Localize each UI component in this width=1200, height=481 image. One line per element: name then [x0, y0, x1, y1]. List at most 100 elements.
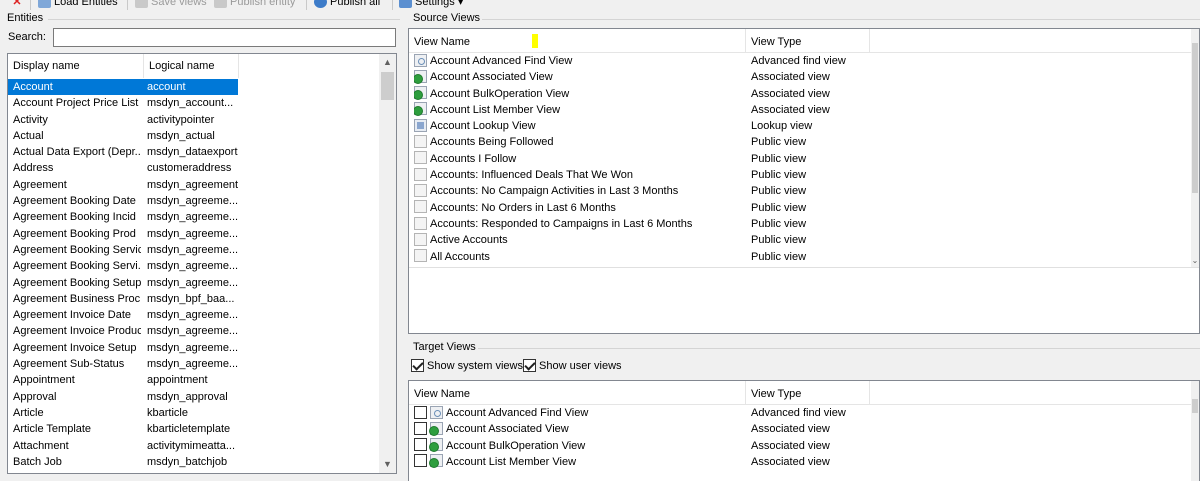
column-header-logical-name[interactable]: Logical name: [144, 54, 239, 78]
list-item[interactable]: Accounts: No Campaign Activities in Last…: [409, 183, 1199, 199]
column-header-view-type[interactable]: View Type: [746, 381, 870, 405]
entity-logical-name: msdyn_agreeme...: [147, 195, 239, 208]
list-item[interactable]: Accounts: Responded to Campaigns in Last…: [409, 216, 1199, 232]
table-row[interactable]: Approval msdyn_approval: [8, 389, 380, 405]
view-select-checkbox[interactable]: [414, 405, 427, 419]
scroll-up-icon[interactable]: ▲: [379, 54, 396, 71]
publish-all-button[interactable]: Publish all: [314, 0, 380, 10]
table-row[interactable]: Attachment activitymimeatta...: [8, 438, 380, 454]
table-row[interactable]: Agreement Booking Servi... msdyn_agreeme.…: [8, 258, 380, 274]
target-views-rows: Account Advanced Find View Advanced find …: [409, 405, 1199, 470]
view-type: Public view: [751, 201, 807, 214]
list-item[interactable]: Account List Member View Associated view: [409, 102, 1199, 118]
source-views-list[interactable]: View Name View Type Account Advanced Fin…: [408, 28, 1200, 334]
associated-view-icon: [429, 454, 443, 469]
scrollbar-thumb[interactable]: [1192, 399, 1198, 413]
table-row[interactable]: Agreement Booking Prod msdyn_agreeme...: [8, 226, 380, 242]
group-divider: [478, 348, 1200, 349]
entity-display-name: Agreement Sub-Status: [13, 358, 125, 371]
list-item[interactable]: Account Advanced Find View Advanced find …: [409, 405, 1199, 421]
target-views-vertical-scrollbar[interactable]: [1191, 381, 1199, 481]
public-view-icon: [414, 151, 427, 165]
table-row[interactable]: Address customeraddress: [8, 160, 380, 176]
table-row[interactable]: Account account: [8, 79, 238, 96]
table-row[interactable]: Article Template kbarticletemplate: [8, 421, 380, 437]
view-name: Accounts Being Followed: [430, 136, 554, 149]
show-system-views-checkbox[interactable]: [411, 358, 424, 372]
table-row[interactable]: Agreement Booking Setup msdyn_agreeme...: [8, 275, 380, 291]
entity-logical-name: msdyn_batchjob: [147, 455, 228, 468]
view-name-cell: Account List Member View: [414, 454, 744, 470]
list-item[interactable]: Account Associated View Associated view: [409, 421, 1199, 437]
list-item[interactable]: Account List Member View Associated view: [409, 454, 1199, 470]
view-name-cell: Account List Member View: [414, 102, 744, 118]
entity-logical-name: kbarticletemplate: [147, 423, 231, 436]
entity-logical-name: kbarticle: [147, 406, 188, 419]
view-type: Associated view: [751, 439, 830, 452]
list-item[interactable]: Accounts: No Orders in Last 6 Months Publ…: [409, 200, 1199, 216]
table-row[interactable]: Agreement Invoice Product msdyn_agreeme..…: [8, 323, 380, 339]
entity-logical-name: msdyn_agreeme...: [147, 325, 239, 338]
view-select-checkbox[interactable]: [414, 454, 427, 468]
list-item[interactable]: Account Lookup View Lookup view: [409, 118, 1199, 134]
table-row[interactable]: Appointment appointment: [8, 372, 380, 388]
entities-vertical-scrollbar[interactable]: ▲ ▼: [379, 54, 396, 473]
view-type: Associated view: [751, 87, 830, 100]
show-system-views-option[interactable]: Show system views: [411, 358, 523, 373]
settings-button[interactable]: Settings ▾: [399, 0, 463, 10]
list-item[interactable]: All Accounts Public view: [409, 249, 1199, 265]
scroll-down-icon[interactable]: ⌄: [1191, 256, 1199, 265]
source-views-vertical-scrollbar[interactable]: ⌄: [1191, 29, 1199, 267]
table-row[interactable]: Activity activitypointer: [8, 112, 380, 128]
table-row[interactable]: Actual msdyn_actual: [8, 128, 380, 144]
view-select-checkbox[interactable]: [414, 421, 427, 435]
table-row[interactable]: Actual Data Export (Depr... msdyn_dataexp…: [8, 144, 380, 160]
source-views-rows: Account Advanced Find View Advanced find …: [409, 53, 1199, 265]
list-item[interactable]: Accounts I Follow Public view: [409, 151, 1199, 167]
publish-entity-button[interactable]: Publish entity: [214, 0, 295, 10]
view-name-cell: Account Associated View: [414, 421, 744, 437]
close-button[interactable]: ✕: [10, 0, 27, 10]
show-user-views-checkbox[interactable]: [523, 358, 536, 372]
column-header-display-name[interactable]: Display name: [8, 54, 144, 78]
table-row[interactable]: Agreement Booking Date msdyn_agreeme...: [8, 193, 380, 209]
associated-view-icon: [414, 69, 427, 84]
table-row[interactable]: Agreement Sub-Status msdyn_agreeme...: [8, 356, 380, 372]
list-item[interactable]: Accounts Being Followed Public view: [409, 134, 1199, 150]
table-row[interactable]: Agreement Invoice Date msdyn_agreeme...: [8, 307, 380, 323]
list-bottom-border: [409, 267, 1199, 268]
entity-logical-name: appointment: [147, 374, 208, 387]
list-item[interactable]: Account Associated View Associated view: [409, 69, 1199, 85]
column-header-view-name[interactable]: View Name: [409, 29, 746, 53]
search-input[interactable]: [53, 28, 396, 47]
entities-list[interactable]: Display name Logical name Account account…: [7, 53, 397, 474]
target-views-list[interactable]: View Name View Type Account Advanced Fin…: [408, 380, 1200, 481]
view-select-checkbox[interactable]: [414, 438, 427, 452]
table-row[interactable]: Account Project Price List msdyn_account.…: [8, 95, 380, 111]
column-header-view-type[interactable]: View Type: [746, 29, 870, 53]
column-header-view-name[interactable]: View Name: [409, 381, 746, 405]
show-user-views-label: Show user views: [539, 360, 622, 372]
scrollbar-thumb[interactable]: [1192, 43, 1198, 193]
view-type: Associated view: [751, 423, 830, 436]
table-row[interactable]: Agreement msdyn_agreement: [8, 177, 380, 193]
publish-all-label: Publish all: [330, 0, 381, 8]
list-item[interactable]: Account BulkOperation View Associated vie…: [409, 86, 1199, 102]
list-item[interactable]: Accounts: Influenced Deals That We Won Pu…: [409, 167, 1199, 183]
list-item[interactable]: Account Advanced Find View Advanced find …: [409, 53, 1199, 69]
table-row[interactable]: Agreement Invoice Setup msdyn_agreeme...: [8, 340, 380, 356]
load-entities-button[interactable]: Load Entities: [38, 0, 118, 10]
show-user-views-option[interactable]: Show user views: [523, 358, 622, 373]
table-row[interactable]: Agreement Booking Service msdyn_agreeme..…: [8, 242, 380, 258]
publish-all-icon: [314, 0, 327, 8]
view-type: Lookup view: [751, 120, 813, 133]
list-item[interactable]: Active Accounts Public view: [409, 232, 1199, 248]
save-views-button[interactable]: Save views: [135, 0, 207, 10]
scrollbar-thumb[interactable]: [381, 72, 394, 100]
table-row[interactable]: Agreement Business Proc msdyn_bpf_baa...: [8, 291, 380, 307]
table-row[interactable]: Agreement Booking Incid msdyn_agreeme...: [8, 209, 380, 225]
table-row[interactable]: Batch Job msdyn_batchjob: [8, 454, 380, 470]
table-row[interactable]: Article kbarticle: [8, 405, 380, 421]
list-item[interactable]: Account BulkOperation View Associated vie…: [409, 438, 1199, 454]
scroll-down-icon[interactable]: ▼: [379, 456, 396, 473]
